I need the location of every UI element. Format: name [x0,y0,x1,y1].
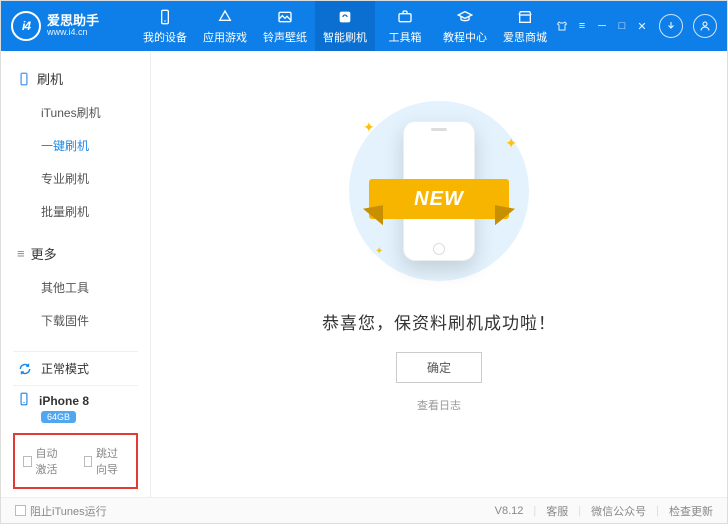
nav-label: 智能刷机 [323,29,367,45]
nav-label: 教程中心 [443,29,487,45]
logo: i4 爱思助手 www.i4.cn [11,11,135,41]
refresh-status-icon [17,361,33,377]
checkbox-icon [84,456,93,467]
logo-title: 爱思助手 [47,14,99,28]
user-button[interactable] [693,14,717,38]
nav-label: 工具箱 [389,29,422,45]
nav-label: 我的设备 [143,29,187,45]
checkupdate-link[interactable]: 检查更新 [669,503,713,519]
new-ribbon: NEW [369,179,509,219]
separator: | [533,505,536,517]
logo-subtitle: www.i4.cn [47,28,99,38]
storage-badge: 64GB [41,411,76,423]
support-link[interactable]: 客服 [546,503,568,519]
sidebar-item-download[interactable]: 下载固件 [1,304,150,337]
device-info[interactable]: iPhone 8 64GB [13,385,138,433]
window-controls: ≡ ─ □ ✕ [555,14,717,38]
checkbox-label: 跳过向导 [96,445,128,477]
body: 刷机 iTunes刷机 一键刷机 专业刷机 批量刷机 ≡ 更多 [1,51,727,497]
sidebar-section-flash[interactable]: 刷机 [1,61,150,96]
refresh-icon [336,8,354,26]
nav-mydevice[interactable]: 我的设备 [135,1,195,51]
checkbox-label: 自动激活 [36,445,68,477]
separator: | [578,505,581,517]
appstore-icon [216,8,234,26]
sidebar-item-itunes[interactable]: iTunes刷机 [1,96,150,129]
mode-label: 正常模式 [41,360,89,377]
briefcase-icon [396,8,414,26]
titlebar: i4 爱思助手 www.i4.cn 我的设备 应用游戏 铃声壁纸 智能刷机 [1,1,727,51]
nav-ringwall[interactable]: 铃声壁纸 [255,1,315,51]
minimize-icon[interactable]: ─ [595,19,609,33]
menu-icon[interactable]: ≡ [575,19,589,33]
phone-outline-icon [17,72,31,86]
block-itunes-checkbox[interactable]: 阻止iTunes运行 [15,503,107,519]
sidebar-item-batch[interactable]: 批量刷机 [1,195,150,228]
nav-label: 爱思商城 [503,29,547,45]
checkbox-label: 阻止iTunes运行 [30,503,107,519]
nav-label: 应用游戏 [203,29,247,45]
device-phone-icon [17,392,31,409]
phone-icon [156,8,174,26]
sparkle-icon: ✦ [363,119,375,136]
sidebar-item-pro[interactable]: 专业刷机 [1,162,150,195]
mode-status[interactable]: 正常模式 [13,351,138,385]
section-title: 刷机 [37,69,63,88]
success-illustration: ✦ ✦ ✦ NEW [339,91,539,291]
main-content: ✦ ✦ ✦ NEW 恭喜您，保资料刷机成功啦！ 确定 查看日志 [151,51,727,497]
nav-tutorial[interactable]: 教程中心 [435,1,495,51]
confirm-button[interactable]: 确定 [396,352,482,383]
maximize-icon[interactable]: □ [615,19,629,33]
options-highlight: 自动激活 跳过向导 [13,433,138,489]
nav-mall[interactable]: 爱思商城 [495,1,555,51]
success-message: 恭喜您，保资料刷机成功啦！ [322,309,556,334]
section-title: 更多 [31,244,57,263]
download-button[interactable] [659,14,683,38]
sidebar: 刷机 iTunes刷机 一键刷机 专业刷机 批量刷机 ≡ 更多 [1,51,151,497]
main-nav: 我的设备 应用游戏 铃声壁纸 智能刷机 工具箱 教程中心 [135,1,555,51]
image-icon [276,8,294,26]
shirt-icon[interactable] [555,19,569,33]
sidebar-section-more[interactable]: ≡ 更多 [1,236,150,271]
nav-appgame[interactable]: 应用游戏 [195,1,255,51]
sparkle-icon: ✦ [375,246,383,257]
app-window: i4 爱思助手 www.i4.cn 我的设备 应用游戏 铃声壁纸 智能刷机 [0,0,728,524]
checkbox-icon [15,505,26,516]
graduation-icon [456,8,474,26]
list-icon: ≡ [17,246,25,261]
device-name: iPhone 8 [39,394,89,408]
logo-icon: i4 [11,11,41,41]
store-icon [516,8,534,26]
nav-smartflash[interactable]: 智能刷机 [315,1,375,51]
version-label: V8.12 [495,505,524,517]
checkbox-icon [23,456,32,467]
skip-wizard-checkbox[interactable]: 跳过向导 [84,445,129,477]
auto-activate-checkbox[interactable]: 自动激活 [23,445,68,477]
separator: | [656,505,659,517]
wechat-link[interactable]: 微信公众号 [591,503,646,519]
view-log-link[interactable]: 查看日志 [417,397,461,413]
sidebar-item-onekey[interactable]: 一键刷机 [1,129,150,162]
statusbar: 阻止iTunes运行 V8.12 | 客服 | 微信公众号 | 检查更新 [1,497,727,523]
sidebar-item-other[interactable]: 其他工具 [1,271,150,304]
nav-label: 铃声壁纸 [263,29,307,45]
sparkle-icon: ✦ [505,135,517,152]
close-icon[interactable]: ✕ [635,19,649,33]
nav-toolbox[interactable]: 工具箱 [375,1,435,51]
